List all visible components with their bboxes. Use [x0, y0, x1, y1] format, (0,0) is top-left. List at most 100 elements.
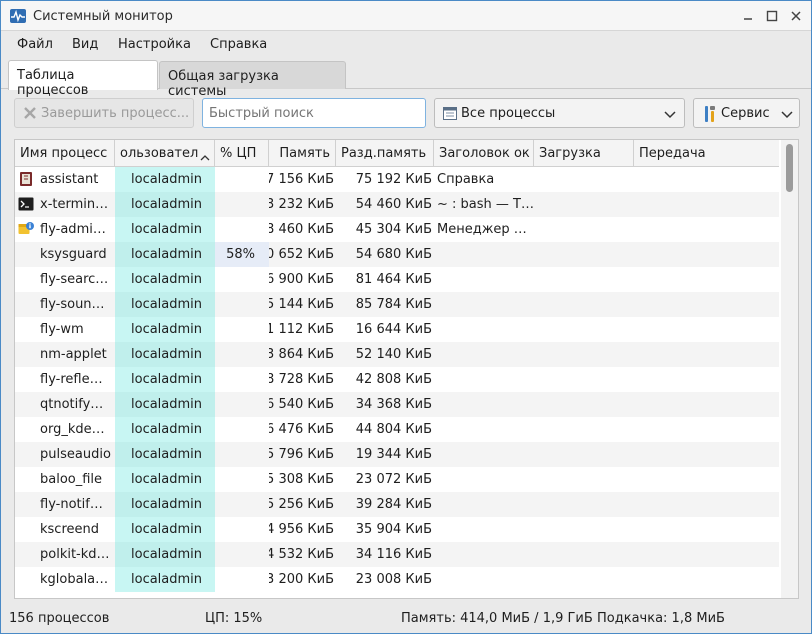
tab-system-load[interactable]: Общая загрузка системы: [159, 61, 346, 99]
cell-user: localadmin: [115, 317, 215, 342]
cell-window-title: [436, 367, 534, 392]
cell-memory: 21 112 КиБ: [269, 317, 336, 342]
table-row[interactable]: fly-wm localadmin 21 112 КиБ 16 644 КиБ: [15, 317, 779, 342]
tab-bar: Таблица процессов Общая загрузка системы: [1, 57, 811, 99]
close-icon[interactable]: [789, 9, 803, 23]
cell-window-title: ~ : bash — T…: [436, 192, 534, 217]
menu-settings[interactable]: Настройка: [118, 37, 191, 52]
table-row[interactable]: fly-refle… localadmin 8 728 КиБ 42 808 КиБ: [15, 367, 779, 392]
table-row[interactable]: ksysguard localadmin 58% 30 652 КиБ 54 680 К…: [15, 242, 779, 267]
cell-shared-memory-text: 54 460 КиБ: [355, 197, 432, 212]
column-header-shared-memory[interactable]: Разд.память: [336, 140, 434, 167]
cell-memory: 5 796 КиБ: [269, 442, 336, 467]
cell-shared-memory-text: 35 904 КиБ: [355, 522, 432, 537]
cell-process-name: pulseaudio: [15, 442, 115, 467]
cell-shared-memory-text: 44 804 КиБ: [355, 422, 432, 437]
process-name-text: org_kde…: [40, 422, 105, 437]
cell-process-name: ksysguard: [15, 242, 115, 267]
cell-shared-memory: 35 904 КиБ: [336, 517, 434, 542]
cell-memory-text: 3 864 КиБ: [269, 347, 334, 362]
process-name-text: x-termin…: [40, 197, 109, 212]
menu-help[interactable]: Справка: [210, 37, 267, 52]
cell-window-title: [436, 467, 534, 492]
tools-menu-button[interactable]: Сервис: [693, 98, 800, 128]
cell-user: localadmin: [115, 217, 215, 242]
cell-process-name: fly-searc…: [15, 267, 115, 292]
cell-window-title: [436, 492, 534, 517]
cell-cpu: [215, 517, 269, 542]
cell-shared-memory: 44 804 КиБ: [336, 417, 434, 442]
table-header: Имя процесс ользовател % ЦП Память Разд.…: [15, 140, 779, 167]
cell-memory: 5 256 КиБ: [269, 492, 336, 517]
minimize-icon[interactable]: [741, 9, 755, 23]
table-row[interactable]: kscreend localadmin 4 956 КиБ 35 904 КиБ: [15, 517, 779, 542]
menu-view[interactable]: Вид: [72, 37, 98, 52]
table-row[interactable]: baloo_file localadmin 5 308 КиБ 23 072 КиБ: [15, 467, 779, 492]
title-bar[interactable]: Системный монитор: [1, 1, 811, 31]
cell-cpu: [215, 392, 269, 417]
cell-window-title: [436, 542, 534, 567]
scrollbar-thumb[interactable]: [786, 144, 793, 192]
chevron-down-icon: [781, 108, 793, 123]
table-row[interactable]: fly-notif… localadmin 5 256 КиБ 39 284 КиБ: [15, 492, 779, 517]
table-row[interactable]: assistant localadmin 27 156 КиБ 75 192 КиБ С…: [15, 167, 779, 192]
column-header-name[interactable]: Имя процесс: [15, 140, 115, 167]
cell-memory-text: 5 256 КиБ: [269, 497, 334, 512]
table-row[interactable]: fly-searc… localadmin 6 900 КиБ 81 464 КиБ: [15, 267, 779, 292]
cell-memory: 25 144 КиБ: [269, 292, 336, 317]
table-row[interactable]: org_kde… localadmin 6 476 КиБ 44 804 КиБ: [15, 417, 779, 442]
cell-shared-memory-text: 34 116 КиБ: [355, 547, 432, 562]
cell-process-name: polkit-kd…: [15, 542, 115, 567]
process-filter-select[interactable]: Все процессы: [434, 98, 685, 128]
system-monitor-app-icon: [10, 9, 26, 23]
quick-search-input[interactable]: [202, 98, 426, 128]
tab-process-table[interactable]: Таблица процессов: [8, 60, 158, 98]
cell-process-name: kglobala…: [15, 567, 115, 592]
column-header-download[interactable]: Загрузка: [534, 140, 634, 167]
table-row[interactable]: qtnotify… localadmin 6 540 КиБ 34 368 КиБ: [15, 392, 779, 417]
vertical-scrollbar[interactable]: [781, 140, 798, 598]
cell-window-title: [436, 342, 534, 367]
table-row[interactable]: nm-applet localadmin 3 864 КиБ 52 140 КиБ: [15, 342, 779, 367]
cell-user-text: localadmin: [131, 472, 203, 487]
cell-memory-text: 25 144 КиБ: [269, 297, 334, 312]
cell-process-name: x-termin…: [15, 192, 115, 217]
process-name-text: qtnotify…: [40, 397, 104, 412]
cell-cpu: [215, 417, 269, 442]
column-header-window-title[interactable]: Заголовок ок: [434, 140, 534, 167]
cell-memory-text: 4 956 КиБ: [269, 522, 334, 537]
column-header-memory[interactable]: Память: [269, 140, 336, 167]
cell-user-text: localadmin: [131, 247, 203, 262]
status-bar: 156 процессов ЦП: 15% Память: 414,0 МиБ …: [1, 601, 811, 633]
table-row[interactable]: x-termin… localadmin 3 232 КиБ 54 460 КиБ ~ …: [15, 192, 779, 217]
column-header-cpu[interactable]: % ЦП: [215, 140, 269, 167]
cell-memory: 4 956 КиБ: [269, 517, 336, 542]
table-row[interactable]: kglobala… localadmin 3 200 КиБ 23 008 КиБ: [15, 567, 779, 592]
kill-process-button[interactable]: Завершить процесс...: [14, 98, 194, 128]
maximize-icon[interactable]: [765, 9, 779, 23]
column-header-user-label: ользовател: [120, 146, 199, 161]
cell-cpu: [215, 267, 269, 292]
cell-shared-memory: 42 808 КиБ: [336, 367, 434, 392]
process-name-text: polkit-kd…: [40, 547, 110, 562]
cell-memory: 5 308 КиБ: [269, 467, 336, 492]
table-body: assistant localadmin 27 156 КиБ 75 192 КиБ С…: [15, 167, 779, 598]
column-header-user[interactable]: ользовател: [115, 140, 215, 167]
process-name-text: kscreend: [40, 522, 99, 537]
process-name-text: nm-applet: [40, 347, 107, 362]
cell-shared-memory: 34 368 КиБ: [336, 392, 434, 417]
cell-user: localadmin: [115, 467, 215, 492]
cell-cpu: [215, 292, 269, 317]
menu-file[interactable]: Файл: [17, 37, 53, 52]
cell-user: localadmin: [115, 242, 215, 267]
table-row[interactable]: fly-admi… localadmin 8 460 КиБ 45 304 КиБ Ме…: [15, 217, 779, 242]
table-row[interactable]: pulseaudio localadmin 5 796 КиБ 19 344 КиБ: [15, 442, 779, 467]
table-row[interactable]: polkit-kd… localadmin 4 532 КиБ 34 116 КиБ: [15, 542, 779, 567]
cell-shared-memory-text: 16 644 КиБ: [355, 322, 432, 337]
cell-process-name: org_kde…: [15, 417, 115, 442]
column-header-upload[interactable]: Передача: [634, 140, 779, 167]
cell-window-title: [436, 567, 534, 592]
table-row[interactable]: fly-soun… localadmin 25 144 КиБ 85 784 КиБ: [15, 292, 779, 317]
cell-shared-memory: 34 116 КиБ: [336, 542, 434, 567]
chevron-down-icon: [664, 108, 676, 123]
